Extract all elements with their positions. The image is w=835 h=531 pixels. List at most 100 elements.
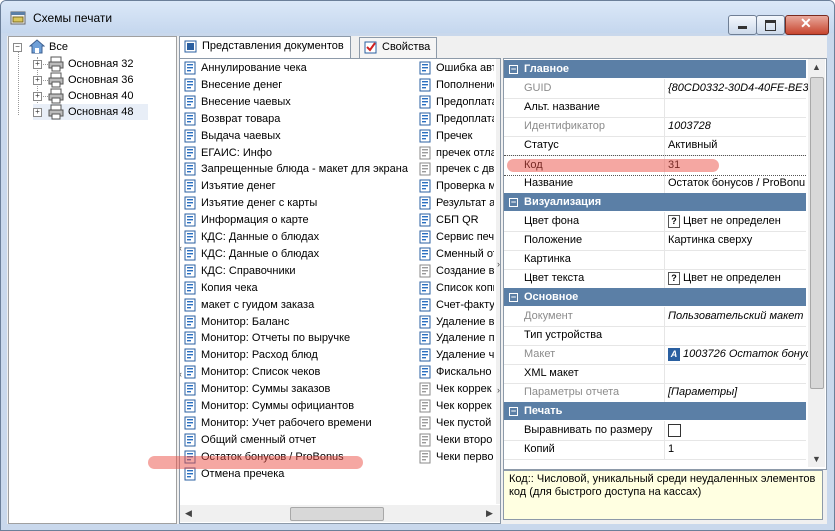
document-view-item[interactable]: Чек коррек (419, 398, 494, 415)
maximize-button[interactable] (756, 15, 785, 35)
property-row[interactable]: Макет A 1003726 Остаток бонус (504, 345, 810, 365)
document-view-item[interactable]: Внесение денег (184, 77, 414, 94)
chevron-left-icon[interactable]: ‹ (180, 369, 182, 379)
property-row[interactable]: Положение Картинка сверху (504, 231, 806, 251)
tree-node[interactable]: + Основная 32 (33, 56, 148, 72)
document-view-item[interactable]: Выдача чаевых (184, 128, 414, 145)
document-view-item[interactable]: КДС: Данные о блюдах (184, 246, 414, 263)
property-category[interactable]: − Главное (504, 60, 806, 78)
expand-icon[interactable]: + (33, 108, 42, 117)
property-grid[interactable]: − Главное GUID {80CD0332-30D4-40FE-BE3 Альт.… (503, 58, 827, 470)
property-row[interactable]: Цвет текста? Цвет не определен (504, 269, 806, 289)
document-view-item[interactable]: пречек отла (419, 145, 494, 162)
collapse-icon[interactable]: − (13, 43, 22, 52)
property-value[interactable] (664, 98, 810, 117)
property-value[interactable]: ? Цвет не определен (664, 269, 810, 288)
document-view-item[interactable]: Чек коррек (419, 381, 494, 398)
tab-properties[interactable]: Свойства (359, 37, 438, 58)
document-view-item[interactable]: Чеки второ (419, 432, 494, 449)
document-view-item[interactable]: Результат а (419, 195, 494, 212)
document-view-item[interactable]: Чек пустой (419, 415, 494, 432)
expand-icon[interactable]: + (33, 76, 42, 85)
document-view-item[interactable]: Информация о карте (184, 212, 414, 229)
document-view-item[interactable]: Аннулирование чека (184, 60, 414, 77)
property-value[interactable]: [Параметры] (664, 383, 810, 402)
property-row[interactable]: Альт. название (504, 98, 806, 118)
property-value[interactable]: A 1003726 Остаток бонус (664, 345, 810, 364)
document-views-list[interactable]: Аннулирование чека Внесение денег Внесение… (179, 58, 501, 524)
document-view-item[interactable]: Изъятие денег с карты (184, 195, 414, 212)
document-view-item[interactable]: КДС: Справочники (184, 263, 414, 280)
document-view-item[interactable]: Изъятие денег (184, 178, 414, 195)
document-view-item[interactable]: Фискально (419, 364, 494, 381)
tree-node[interactable]: + Основная 36 (33, 72, 148, 88)
document-view-item[interactable]: Удаление ч (419, 347, 494, 364)
property-row[interactable]: Копий 1 (504, 440, 806, 460)
document-view-item[interactable]: Копия чека (184, 280, 414, 297)
property-value[interactable]: {80CD0332-30D4-40FE-BE3 (664, 79, 810, 98)
scroll-right-icon[interactable]: ▶ (486, 508, 493, 519)
document-view-item[interactable]: Возврат товара (184, 111, 414, 128)
document-view-item[interactable]: Предоплата (419, 111, 494, 128)
chevron-left-icon[interactable]: ‹ (180, 243, 182, 253)
scroll-left-icon[interactable]: ◀ (185, 508, 192, 519)
document-view-item[interactable]: Сменный от (419, 246, 494, 263)
document-view-item[interactable]: КДС: Данные о блюдах (184, 229, 414, 246)
scrollbar-thumb[interactable] (810, 77, 824, 389)
property-value[interactable] (664, 250, 810, 269)
property-row[interactable]: Название Остаток бонусов / ProBonu (504, 174, 806, 194)
property-row[interactable]: Идентификатор 1003728 (504, 117, 806, 137)
document-view-item[interactable]: Монитор: Суммы официантов (184, 398, 414, 415)
property-category[interactable]: − Основное (504, 288, 806, 306)
property-value[interactable]: Пользовательский макет (664, 307, 810, 326)
document-view-item[interactable]: Монитор: Список чеков (184, 364, 414, 381)
document-view-item[interactable]: Монитор: Расход блюд (184, 347, 414, 364)
property-row[interactable]: Картинка (504, 250, 806, 270)
expand-icon[interactable]: + (33, 60, 42, 69)
document-view-item[interactable]: Общий сменный отчет (184, 432, 414, 449)
scheme-tree[interactable]: − Все + Основная 32 + Основная 36 + Основная … (8, 36, 177, 524)
document-view-item[interactable]: Удаление в (419, 314, 494, 331)
tab-document-views[interactable]: Представления документов (179, 36, 351, 59)
document-view-item[interactable]: Ошибка авт (419, 60, 494, 77)
document-view-item[interactable]: пречек с дв (419, 161, 494, 178)
property-category[interactable]: − Визуализация (504, 193, 806, 211)
document-view-item[interactable]: Монитор: Баланс (184, 314, 414, 331)
property-value[interactable] (664, 326, 810, 345)
document-view-item[interactable]: Пополнение (419, 77, 494, 94)
document-view-item[interactable]: Проверка м (419, 178, 494, 195)
chevron-right-icon[interactable]: › (497, 259, 500, 269)
document-view-item[interactable]: макет с гуидом заказа (184, 297, 414, 314)
horizontal-scrollbar[interactable]: ◀ ▶ (180, 505, 500, 522)
collapse-icon[interactable]: − (509, 293, 518, 302)
right-splitter[interactable] (496, 59, 500, 504)
document-view-item[interactable]: Монитор: Отчеты по выручке (184, 330, 414, 347)
scrollbar-thumb[interactable] (290, 507, 384, 521)
property-row[interactable]: Цвет фона? Цвет не определен (504, 212, 806, 232)
property-value[interactable]: Картинка сверху (664, 231, 810, 250)
property-row[interactable]: Тип устройства (504, 326, 806, 346)
document-view-item[interactable]: Чеки перво (419, 449, 494, 466)
property-value[interactable]: ? Цвет не определен (664, 212, 810, 231)
tree-node[interactable]: + Основная 40 (33, 88, 148, 104)
expand-icon[interactable]: + (33, 92, 42, 101)
property-value[interactable]: 1003728 (664, 117, 810, 136)
document-view-item[interactable]: Пречек (419, 128, 494, 145)
property-row[interactable]: Выравнивать по размеру (504, 421, 806, 441)
minimize-button[interactable] (728, 15, 757, 35)
property-value[interactable] (664, 364, 810, 383)
property-value[interactable]: Активный (664, 136, 810, 155)
property-row[interactable]: Статус Активный (504, 136, 806, 156)
document-view-item[interactable]: Внесение чаевых (184, 94, 414, 111)
document-view-item[interactable]: Счет-фактур (419, 297, 494, 314)
scroll-up-icon[interactable]: ▲ (812, 62, 821, 72)
collapse-icon[interactable]: − (509, 198, 518, 207)
vertical-scrollbar[interactable]: ▲ ▼ (808, 59, 825, 467)
close-button[interactable]: ✕ (785, 15, 829, 35)
document-view-item[interactable]: Создание ве (419, 263, 494, 280)
document-view-item[interactable]: Список копи (419, 280, 494, 297)
fit-to-size-checkbox[interactable] (668, 424, 681, 437)
collapse-icon[interactable]: − (509, 407, 518, 416)
property-row[interactable]: Параметры отчета [Параметры] (504, 383, 806, 403)
left-splitter[interactable] (179, 59, 180, 504)
